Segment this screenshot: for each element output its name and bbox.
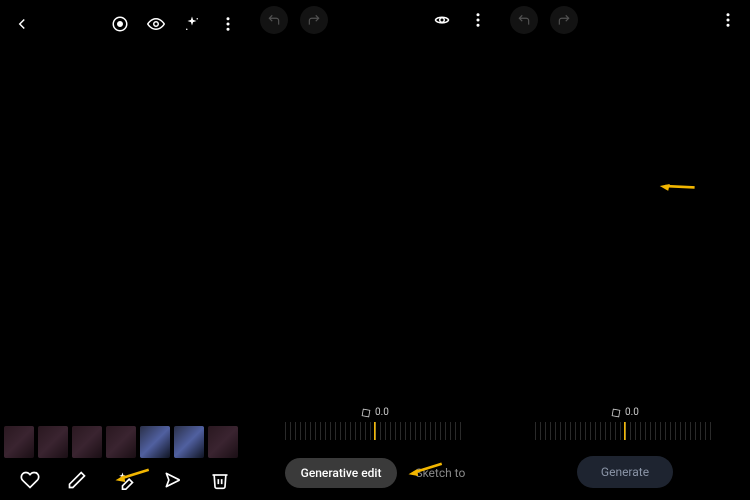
motion-photo-icon[interactable] <box>108 12 132 36</box>
mode-row: Generative edit Sketch to <box>250 458 500 488</box>
thumbnail[interactable] <box>208 426 238 458</box>
straighten-control[interactable]: 0.0 <box>500 407 750 440</box>
thumbnail[interactable] <box>72 426 102 458</box>
redo-icon[interactable] <box>550 6 578 34</box>
angle-label: 0.0 <box>361 407 389 418</box>
generate-panel: 0.0 Generate <box>500 0 750 500</box>
sketch-to-tab[interactable]: Sketch to <box>415 466 465 480</box>
thumbnail[interactable] <box>174 426 204 458</box>
photo-viewer-panel <box>0 0 250 500</box>
generative-edit-panel: Tap or draw around anything you want to … <box>250 0 500 500</box>
thumbnail-strip[interactable] <box>4 426 246 458</box>
thumbnail[interactable] <box>4 426 34 458</box>
effects-icon[interactable] <box>430 8 454 32</box>
visibility-icon[interactable] <box>144 12 168 36</box>
more-icon[interactable] <box>216 12 240 36</box>
thumbnail[interactable] <box>140 426 170 458</box>
selection-canvas[interactable] <box>512 40 738 390</box>
undo-icon[interactable] <box>510 6 538 34</box>
bottom-toolbar <box>0 460 250 500</box>
action-row: Generate <box>500 456 750 488</box>
crop-canvas[interactable]: Tap or draw around anything you want to … <box>262 40 488 390</box>
delete-icon[interactable] <box>208 468 232 492</box>
top-toolbar <box>250 0 500 40</box>
angle-ruler[interactable] <box>535 422 715 440</box>
generate-button[interactable]: Generate <box>577 456 673 488</box>
angle-ruler[interactable] <box>285 422 465 440</box>
straighten-control[interactable]: 0.0 <box>250 407 500 440</box>
top-toolbar <box>500 0 750 40</box>
share-icon[interactable] <box>161 468 185 492</box>
more-icon[interactable] <box>466 8 490 32</box>
thumbnail[interactable] <box>38 426 68 458</box>
edit-icon[interactable] <box>65 468 89 492</box>
generative-edit-tab[interactable]: Generative edit <box>285 458 398 488</box>
undo-icon[interactable] <box>260 6 288 34</box>
angle-label: 0.0 <box>611 407 639 418</box>
redo-icon[interactable] <box>300 6 328 34</box>
thumbnail[interactable] <box>106 426 136 458</box>
magic-icon[interactable] <box>180 12 204 36</box>
favorite-icon[interactable] <box>18 468 42 492</box>
photo[interactable] <box>0 20 250 420</box>
more-icon[interactable] <box>716 8 740 32</box>
back-icon[interactable] <box>10 12 34 36</box>
ai-edit-icon[interactable] <box>113 468 137 492</box>
top-toolbar <box>0 4 250 44</box>
